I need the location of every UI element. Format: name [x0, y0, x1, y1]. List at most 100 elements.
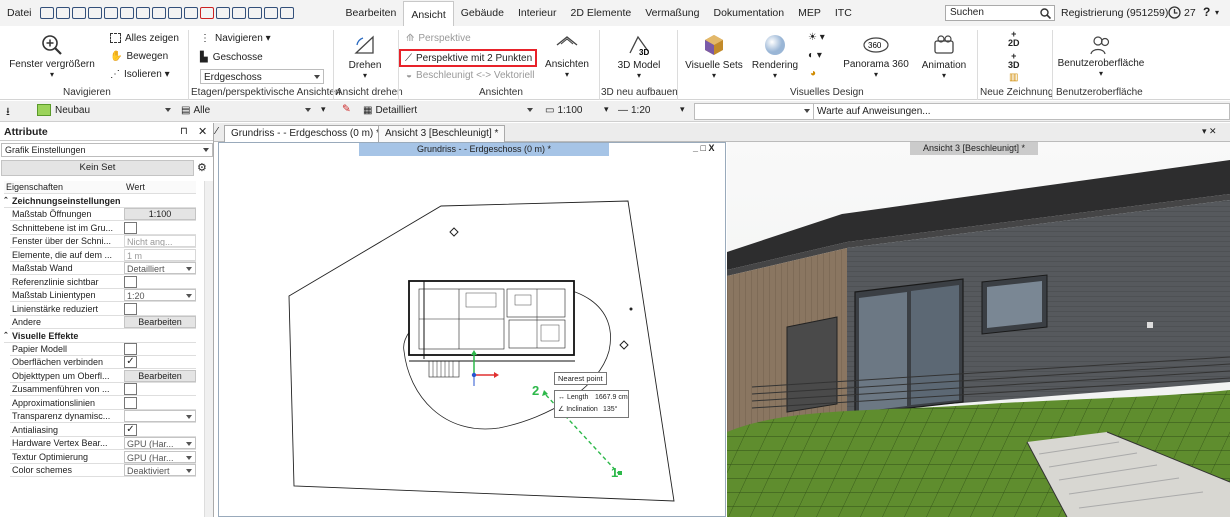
save-icon[interactable] — [55, 7, 70, 19]
attribute-dropdown[interactable] — [124, 410, 196, 422]
paint-icon[interactable] — [167, 7, 182, 19]
new-3d-drawing-icon[interactable]: +3D — [1008, 52, 1020, 70]
dimension-tool-icon[interactable] — [247, 7, 262, 19]
animation-button[interactable]: Animation ▾ — [916, 33, 972, 80]
tabs-menu-icon[interactable]: ▾ ✕ — [1202, 126, 1217, 137]
navigieren-dropdown[interactable]: ⋮ Navigieren ▾ — [200, 33, 271, 44]
registration-label[interactable]: Registrierung (951259) — [1061, 7, 1168, 19]
dropdown-arrow-icon[interactable]: ▾ — [680, 104, 685, 115]
visuelle-sets-button[interactable]: Visuelle Sets ▾ — [684, 33, 744, 80]
layer-arrow-icon[interactable]: ⭳ — [6, 103, 10, 122]
pen-icon[interactable]: ✎ — [342, 103, 351, 115]
attribute-dropdown[interactable]: Detailliert — [124, 262, 196, 274]
alles-zeigen-button[interactable]: Alles zeigen — [110, 33, 179, 44]
dropdown-arrow-icon[interactable]: ▾ — [321, 104, 326, 115]
erdgeschoss-dropdown[interactable]: Erdgeschoss — [200, 69, 324, 84]
panorama-360-button[interactable]: 360 Panorama 360 ▾ — [840, 32, 912, 79]
linetype-scale-dropdown[interactable]: —1:20 — [615, 103, 675, 120]
attribute-checkbox[interactable] — [124, 221, 137, 234]
perspektive-2-punkte-button[interactable]: ⟋ Perspektive mit 2 Punkten — [399, 49, 537, 67]
clock-icon[interactable] — [1168, 6, 1181, 19]
beschleunigt-button[interactable]: ◒ Beschleunigt <-> Vektoriell — [406, 70, 534, 81]
pen-icon[interactable] — [183, 7, 198, 19]
close-icon[interactable]: ✕ — [198, 125, 207, 138]
attribute-button[interactable]: Bearbeiten — [124, 316, 196, 328]
perspektive-button[interactable]: ⟰ Perspektive — [406, 33, 471, 44]
collapse-icon[interactable]: ⌃ — [3, 195, 9, 207]
geschosse-button[interactable]: ▙ Geschosse — [200, 52, 263, 63]
rendering-button[interactable]: Rendering ▾ — [750, 33, 800, 80]
gear-icon[interactable]: ⚙ — [197, 161, 207, 174]
redo-icon[interactable] — [103, 7, 118, 19]
kein-set-button[interactable]: Kein Set — [1, 160, 194, 176]
line-tool-icon[interactable] — [231, 7, 246, 19]
tab-grundriss[interactable]: Grundriss - - Erdgeschoss (0 m) * — [224, 125, 387, 142]
delete-icon[interactable] — [199, 7, 214, 19]
tab-2d-elemente[interactable]: 2D Elemente — [564, 0, 639, 26]
copy-icon[interactable] — [135, 7, 150, 19]
attribute-dropdown[interactable]: GPU (Har... — [124, 450, 196, 463]
attribute-checkbox[interactable] — [124, 342, 137, 355]
tab-ansicht[interactable]: Ansicht — [403, 1, 454, 26]
attribute-dropdown[interactable]: 1:20 — [124, 289, 196, 301]
attribute-checkbox[interactable] — [124, 396, 137, 409]
detail-dropdown[interactable]: ▦ Detailliert — [360, 103, 536, 120]
tab-dokumentation[interactable]: Dokumentation — [706, 0, 791, 26]
collapse-icon[interactable]: ⌃ — [3, 330, 9, 342]
attribute-checkbox[interactable] — [124, 302, 137, 315]
fenster-vergroessern-button[interactable]: Fenster vergrößern ▾ — [6, 34, 98, 79]
attribute-dropdown[interactable]: Deaktiviert — [124, 464, 196, 476]
section-header[interactable]: ⌃ Visuelle Effekte — [3, 330, 196, 343]
wall-tool-icon[interactable] — [215, 7, 230, 19]
benutzeroberflaeche-button[interactable]: Benutzeroberfläche ▾ — [1056, 35, 1146, 78]
attribute-button[interactable]: 1:100 — [124, 208, 196, 220]
search-input[interactable]: Suchen — [950, 7, 984, 18]
print-icon[interactable] — [71, 7, 86, 19]
cut-icon[interactable] — [119, 7, 134, 19]
grafik-einstellungen-dropdown[interactable]: Grafik Einstellungen — [1, 143, 213, 157]
pin-icon[interactable]: ⊓ — [180, 126, 188, 137]
search-box[interactable]: Suchen — [945, 5, 1055, 21]
drehen-button[interactable]: Drehen ▾ — [338, 33, 392, 80]
contrast-icon[interactable]: ◐ ▾ — [808, 50, 822, 61]
paste-icon[interactable] — [151, 7, 166, 19]
attributes-scrollbar[interactable] — [204, 181, 213, 517]
tab-mep[interactable]: MEP — [791, 0, 828, 26]
split-tool-icon[interactable] — [263, 7, 278, 19]
sun-icon[interactable]: ☀ ▾ — [808, 32, 825, 43]
ansichten-button[interactable]: Ansichten ▾ — [542, 34, 592, 79]
3d-model-button[interactable]: 3D 3D Model ▾ — [608, 33, 670, 80]
menu-datei[interactable]: Datei — [0, 0, 39, 26]
tab-interieur[interactable]: Interieur — [511, 0, 564, 26]
attribute-checkbox[interactable]: ✓ — [124, 356, 137, 368]
alle-dropdown[interactable]: ▤ Alle — [178, 103, 314, 120]
attribute-checkbox[interactable] — [124, 383, 137, 395]
scale-dropdown[interactable]: ▭ 1:100 — [542, 103, 598, 120]
attribute-checkbox[interactable] — [124, 275, 137, 288]
tab-vermassung[interactable]: Vermaßung — [638, 0, 706, 26]
dropdown-arrow-icon[interactable]: ▾ — [604, 104, 609, 115]
section-header[interactable]: ⌃ Zeichnungseinstellungen — [3, 195, 196, 208]
tab-gebaeude[interactable]: Gebäude — [454, 0, 511, 26]
viewport-window-controls[interactable]: _ □ X — [693, 143, 714, 153]
tab-bearbeiten[interactable]: Bearbeiten — [339, 0, 404, 26]
search-icon[interactable] — [1040, 8, 1051, 19]
tab-itc[interactable]: ITC — [828, 0, 859, 26]
help-icon[interactable]: ? — [1203, 5, 1210, 19]
isolieren-button[interactable]: ⋰ Isolieren ▾ — [110, 69, 170, 80]
floor-plan-viewport[interactable]: Grundriss - - Erdgeschoss (0 m) * _ □ X — [218, 142, 726, 517]
attribute-button[interactable]: Bearbeiten — [124, 369, 196, 382]
new-file-icon[interactable] — [39, 7, 54, 19]
3d-viewport[interactable]: Ansicht 3 [Beschleunigt] * — [727, 142, 1230, 517]
undo-icon[interactable] — [87, 7, 102, 19]
help-dropdown-icon[interactable]: ▾ — [1215, 8, 1219, 17]
extend-tool-icon[interactable] — [279, 7, 294, 19]
layer-dropdown[interactable]: Neubau — [34, 103, 174, 120]
attribute-checkbox[interactable]: ✓ — [124, 423, 137, 436]
tab-ansicht-3[interactable]: Ansicht 3 [Beschleunigt] * — [378, 125, 506, 142]
new-2d-drawing-icon[interactable]: +2D — [1008, 30, 1020, 48]
light-icon[interactable]: ◕ — [810, 68, 816, 79]
attribute-dropdown[interactable]: GPU (Har... — [124, 437, 196, 449]
command-dropdown[interactable] — [694, 103, 814, 120]
new-section-icon[interactable]: ▥ — [1009, 72, 1018, 83]
